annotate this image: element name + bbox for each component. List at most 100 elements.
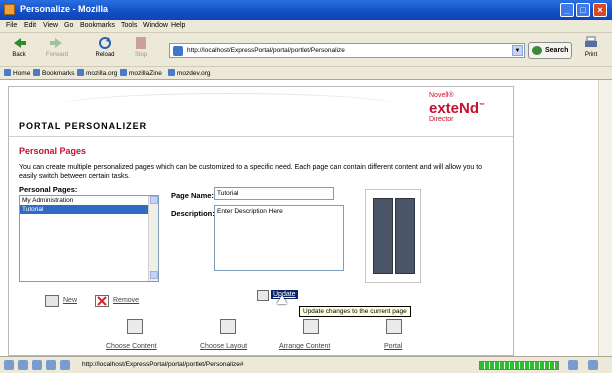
window-title: Personalize - Mozilla xyxy=(20,4,109,14)
menu-help[interactable]: Help xyxy=(171,22,185,29)
bookmark-mozillazine[interactable]: mozillaZine xyxy=(120,69,162,77)
menu-file[interactable]: File xyxy=(6,22,17,29)
section-title: Personal Pages xyxy=(19,146,87,156)
choose-content-icon[interactable] xyxy=(127,319,143,334)
reload-icon xyxy=(99,37,111,49)
bookmark-home-label: Home xyxy=(13,70,31,77)
new-link[interactable]: New xyxy=(63,297,77,304)
description-textarea[interactable]: Enter Description Here xyxy=(214,205,344,271)
portal-link[interactable]: Portal xyxy=(384,343,402,350)
status-component-icon[interactable] xyxy=(46,360,56,370)
menu-tools[interactable]: Tools xyxy=(121,22,137,29)
bookmark-bookmarks[interactable]: Bookmarks xyxy=(33,69,75,77)
forward-label: Forward xyxy=(45,52,68,58)
stop-button[interactable]: Stop xyxy=(126,36,156,64)
navigation-toolbar: Back Forward Reload Stop http://localhos… xyxy=(0,33,612,67)
back-label: Back xyxy=(12,52,26,58)
arrange-content-icon[interactable] xyxy=(303,319,319,334)
bookmark-mozilla-org[interactable]: mozilla.org xyxy=(77,69,117,77)
progress-fill xyxy=(480,362,558,369)
layout-column xyxy=(395,198,415,274)
arrange-content-link[interactable]: Arrange Content xyxy=(279,343,330,350)
remove-link[interactable]: Remove xyxy=(113,297,139,304)
list-item[interactable]: My Administration xyxy=(20,196,158,205)
brand-extend: exteNd™ xyxy=(429,99,509,116)
maximize-button[interactable]: □ xyxy=(576,3,590,17)
portal-personalizer-panel: PORTAL PERSONALIZER Novell® exteNd™ Dire… xyxy=(8,86,514,356)
url-dropdown-icon[interactable]: ▼ xyxy=(512,45,523,56)
stop-label: Stop xyxy=(134,52,148,58)
search-icon xyxy=(532,46,542,55)
security-lock-icon[interactable] xyxy=(588,360,598,370)
status-component-icon[interactable] xyxy=(4,360,14,370)
list-item-selected[interactable]: Tutorial xyxy=(20,205,158,214)
mozilla-app-icon xyxy=(4,4,15,15)
novell-extend-logo: Novell® exteNd™ Director xyxy=(429,92,509,123)
status-url: http://localhost/ExpressPortal/portal/po… xyxy=(82,361,244,368)
status-component-icon[interactable] xyxy=(60,360,70,370)
menu-view[interactable]: View xyxy=(43,22,58,29)
portal-icon[interactable] xyxy=(386,319,402,334)
update-tooltip: Update changes to the current page xyxy=(299,306,411,317)
page-icon xyxy=(173,46,183,56)
personal-pages-list[interactable]: My Administration Tutorial xyxy=(19,195,159,282)
online-status-icon[interactable] xyxy=(568,360,578,370)
mouse-cursor xyxy=(277,295,287,304)
personal-pages-section: Personal Pages You can create multiple p… xyxy=(9,141,513,356)
search-label: Search xyxy=(545,47,569,54)
bookmark-mozilla-org-label: mozilla.org xyxy=(86,70,118,77)
reload-button[interactable]: Reload xyxy=(90,36,120,64)
close-button[interactable]: × xyxy=(593,3,607,17)
window-titlebar: Personalize - Mozilla _ □ × xyxy=(0,0,612,20)
menu-bookmarks[interactable]: Bookmarks xyxy=(80,22,115,29)
page-name-input[interactable]: Tutorial xyxy=(214,187,334,200)
bookmark-bookmarks-label: Bookmarks xyxy=(42,70,75,77)
status-component-icon[interactable] xyxy=(32,360,42,370)
brand-extend-text: exteNd xyxy=(429,100,480,117)
remove-icon[interactable] xyxy=(95,295,109,307)
choose-content-link[interactable]: Choose Content xyxy=(106,343,157,350)
bookmark-link-icon xyxy=(168,69,175,76)
portal-header: PORTAL PERSONALIZER Novell® exteNd™ Dire… xyxy=(9,87,513,137)
section-description: You can create multiple personalized pag… xyxy=(19,164,483,180)
page-content: PORTAL PERSONALIZER Novell® exteNd™ Dire… xyxy=(0,80,612,356)
portal-title: PORTAL PERSONALIZER xyxy=(19,121,148,131)
search-button[interactable]: Search xyxy=(528,42,572,59)
status-bar: http://localhost/ExpressPortal/portal/po… xyxy=(0,356,612,373)
home-icon xyxy=(4,69,11,76)
url-field[interactable]: http://localhost/ExpressPortal/portal/po… xyxy=(169,43,525,58)
list-scrollbar[interactable] xyxy=(148,196,158,281)
stop-icon xyxy=(136,37,146,49)
reload-label: Reload xyxy=(95,52,115,58)
update-icon xyxy=(257,290,269,301)
bookmarks-bar: Home Bookmarks mozilla.org mozillaZine m… xyxy=(0,67,612,80)
bookmark-mozdev-org-label: mozdev.org xyxy=(177,70,211,77)
bookmark-link-icon xyxy=(120,69,127,76)
bookmark-link-icon xyxy=(77,69,84,76)
bookmark-home[interactable]: Home xyxy=(4,69,30,77)
header-decoration xyxy=(59,93,399,119)
bookmarks-icon xyxy=(33,69,40,76)
choose-layout-icon[interactable] xyxy=(220,319,236,334)
page-scrollbar[interactable] xyxy=(598,80,612,356)
scroll-up-icon[interactable] xyxy=(150,196,158,204)
menu-bar: File Edit View Go Bookmarks Tools Window… xyxy=(0,20,612,33)
layout-column xyxy=(373,198,393,274)
forward-button[interactable]: Forward xyxy=(42,36,72,64)
back-button[interactable]: Back xyxy=(4,36,34,64)
choose-layout-link[interactable]: Choose Layout xyxy=(200,343,247,350)
minimize-button[interactable]: _ xyxy=(560,3,574,17)
bookmark-mozdev-org[interactable]: mozdev.org xyxy=(168,69,210,77)
scroll-down-icon[interactable] xyxy=(150,271,158,279)
forward-arrow-icon xyxy=(50,38,62,48)
brand-director: Director xyxy=(429,116,454,123)
new-page-icon[interactable] xyxy=(45,295,59,307)
menu-window[interactable]: Window xyxy=(143,22,168,29)
description-label: Description: xyxy=(171,209,215,218)
progress-bar xyxy=(479,361,559,370)
status-component-icon[interactable] xyxy=(18,360,28,370)
print-button[interactable]: Print xyxy=(577,36,605,64)
menu-edit[interactable]: Edit xyxy=(24,22,36,29)
menu-go[interactable]: Go xyxy=(64,22,73,29)
printer-icon xyxy=(585,36,597,47)
